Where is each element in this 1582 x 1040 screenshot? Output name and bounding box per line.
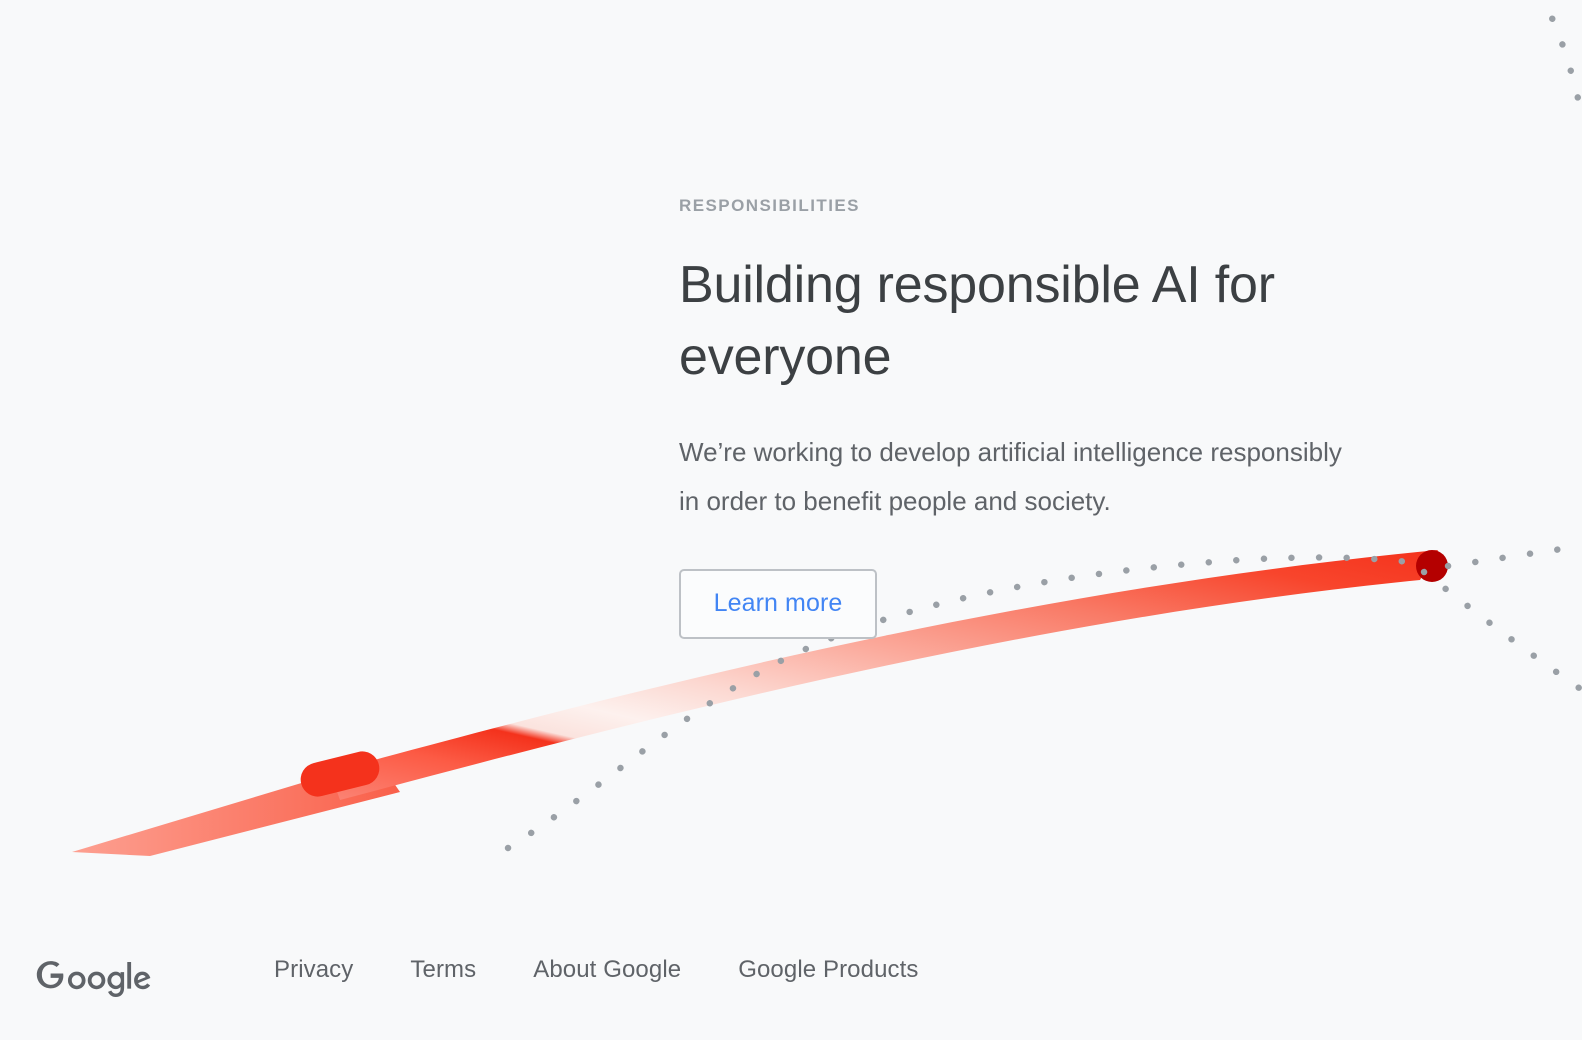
google-logo[interactable] (22, 944, 198, 1006)
footer-link-about-google[interactable]: About Google (533, 956, 681, 984)
footer: Privacy Terms About Google Google Produc… (0, 928, 1582, 1040)
hero-section: RESPONSIBILITIES Building responsible AI… (679, 196, 1359, 639)
ribbon-end-dot (1416, 550, 1448, 582)
footer-links: Privacy Terms About Google Google Produc… (274, 956, 919, 984)
page-root: RESPONSIBILITIES Building responsible AI… (0, 0, 1582, 1040)
ribbon-left-cap (300, 751, 380, 797)
dotted-curve-descending (1420, 568, 1582, 694)
footer-link-privacy[interactable]: Privacy (274, 956, 353, 984)
learn-more-button[interactable]: Learn more (679, 568, 877, 639)
hero-description: We’re working to develop artificial inte… (679, 436, 1342, 517)
page-title: Building responsible AI for everyone (679, 256, 1275, 387)
eyebrow-label: RESPONSIBILITIES (679, 196, 860, 215)
footer-link-google-products[interactable]: Google Products (738, 956, 918, 984)
footer-link-terms[interactable]: Terms (410, 956, 476, 984)
cta-container: Learn more (679, 568, 1359, 639)
dotted-curve-upper-right (1444, 542, 1582, 570)
dotted-curve-top-right (1539, 0, 1582, 120)
ribbon-tail (72, 760, 400, 856)
